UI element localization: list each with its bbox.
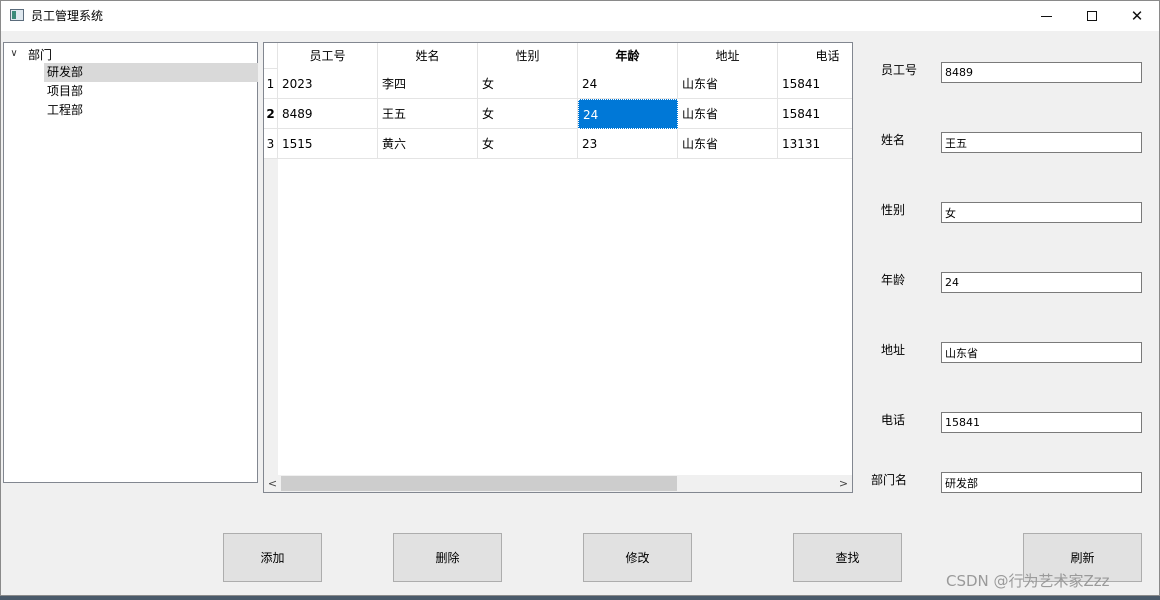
- gender-label: 性别: [881, 203, 906, 217]
- column-header-phone[interactable]: 电话: [778, 43, 852, 69]
- table-cell[interactable]: 山东省: [678, 99, 778, 129]
- employee-id-field[interactable]: [941, 62, 1142, 83]
- table-cell-selected[interactable]: 24: [578, 99, 678, 129]
- department-name-field[interactable]: [941, 472, 1142, 493]
- table-cell[interactable]: 女: [478, 129, 578, 159]
- name-label: 姓名: [881, 133, 906, 147]
- employee-id-label: 员工号: [881, 63, 918, 77]
- scroll-right-icon[interactable]: >: [835, 475, 852, 492]
- department-name-label: 部门名: [871, 473, 908, 487]
- table-cell[interactable]: 女: [478, 99, 578, 129]
- table-corner[interactable]: [264, 43, 278, 69]
- table-cell[interactable]: 黄六: [378, 129, 478, 159]
- department-tree[interactable]: ∨ 部门 研发部 项目部 工程部: [3, 42, 258, 483]
- scrollbar-thumb[interactable]: [281, 476, 677, 491]
- tree-item-engineering[interactable]: 工程部: [44, 101, 258, 120]
- scroll-left-icon[interactable]: <: [264, 475, 281, 492]
- row-number[interactable]: 2: [264, 99, 278, 129]
- phone-label: 电话: [881, 413, 906, 427]
- table-cell[interactable]: 15841: [778, 69, 852, 99]
- table-cell[interactable]: 23: [578, 129, 678, 159]
- table-cell[interactable]: 山东省: [678, 69, 778, 99]
- maximize-button[interactable]: [1069, 1, 1115, 31]
- age-label: 年龄: [881, 273, 906, 287]
- table-cell[interactable]: 15841: [778, 99, 852, 129]
- row-number[interactable]: 3: [264, 129, 278, 159]
- column-header-age[interactable]: 年龄: [578, 43, 678, 69]
- table-cell[interactable]: 2023: [278, 69, 378, 99]
- table-cell[interactable]: 山东省: [678, 129, 778, 159]
- column-header-name[interactable]: 姓名: [378, 43, 478, 69]
- table-cell[interactable]: 王五: [378, 99, 478, 129]
- tree-item-project[interactable]: 项目部: [44, 82, 258, 101]
- table-row: 1515 黄六 女 23 山东省 13131: [278, 129, 852, 159]
- employee-table[interactable]: 员工号 姓名 性别 年龄 地址 电话 1 2 3 2023 李四 女 24 山东…: [263, 42, 853, 493]
- table-cell[interactable]: 24: [578, 69, 678, 99]
- tree-root-item[interactable]: ∨ 部门: [8, 45, 248, 63]
- close-icon: ✕: [1130, 7, 1144, 25]
- horizontal-scrollbar[interactable]: < >: [264, 475, 852, 492]
- main-window: 员工管理系统 ✕ ∨ 部门 研发部 项目部 工程部 员工号 姓名 性别 年龄 地…: [0, 0, 1160, 596]
- minimize-button[interactable]: [1023, 1, 1069, 31]
- column-header-address[interactable]: 地址: [678, 43, 778, 69]
- tree-item-rd[interactable]: 研发部: [44, 63, 258, 82]
- table-cell[interactable]: 女: [478, 69, 578, 99]
- modify-button[interactable]: 修改: [583, 533, 692, 582]
- tree-root-label: 部门: [28, 47, 53, 62]
- app-icon: [10, 9, 24, 21]
- delete-button[interactable]: 删除: [393, 533, 502, 582]
- close-button[interactable]: ✕: [1114, 1, 1160, 31]
- window-title: 员工管理系统: [31, 9, 104, 23]
- age-field[interactable]: [941, 272, 1142, 293]
- chevron-down-icon[interactable]: ∨: [8, 48, 20, 60]
- watermark-text: CSDN @行为艺术家Zzz: [946, 572, 1110, 590]
- phone-field[interactable]: [941, 412, 1142, 433]
- gender-field[interactable]: [941, 202, 1142, 223]
- minimize-icon: [1040, 15, 1052, 17]
- row-header: 1 2 3: [264, 69, 278, 478]
- add-button[interactable]: 添加: [223, 533, 322, 582]
- row-number[interactable]: 1: [264, 69, 278, 99]
- maximize-icon: [1087, 11, 1097, 21]
- table-row: 2023 李四 女 24 山东省 15841: [278, 69, 852, 99]
- table-cell[interactable]: 13131: [778, 129, 852, 159]
- table-cell[interactable]: 8489: [278, 99, 378, 129]
- title-bar[interactable]: 员工管理系统 ✕: [1, 1, 1159, 31]
- address-label: 地址: [881, 343, 906, 357]
- search-button[interactable]: 查找: [793, 533, 902, 582]
- column-header-id[interactable]: 员工号: [278, 43, 378, 69]
- table-header: 员工号 姓名 性别 年龄 地址 电话: [278, 43, 852, 69]
- table-cell[interactable]: 李四: [378, 69, 478, 99]
- table-row: 8489 王五 女 24 山东省 15841: [278, 99, 852, 129]
- table-cell[interactable]: 1515: [278, 129, 378, 159]
- address-field[interactable]: [941, 342, 1142, 363]
- column-header-gender[interactable]: 性别: [478, 43, 578, 69]
- name-field[interactable]: [941, 132, 1142, 153]
